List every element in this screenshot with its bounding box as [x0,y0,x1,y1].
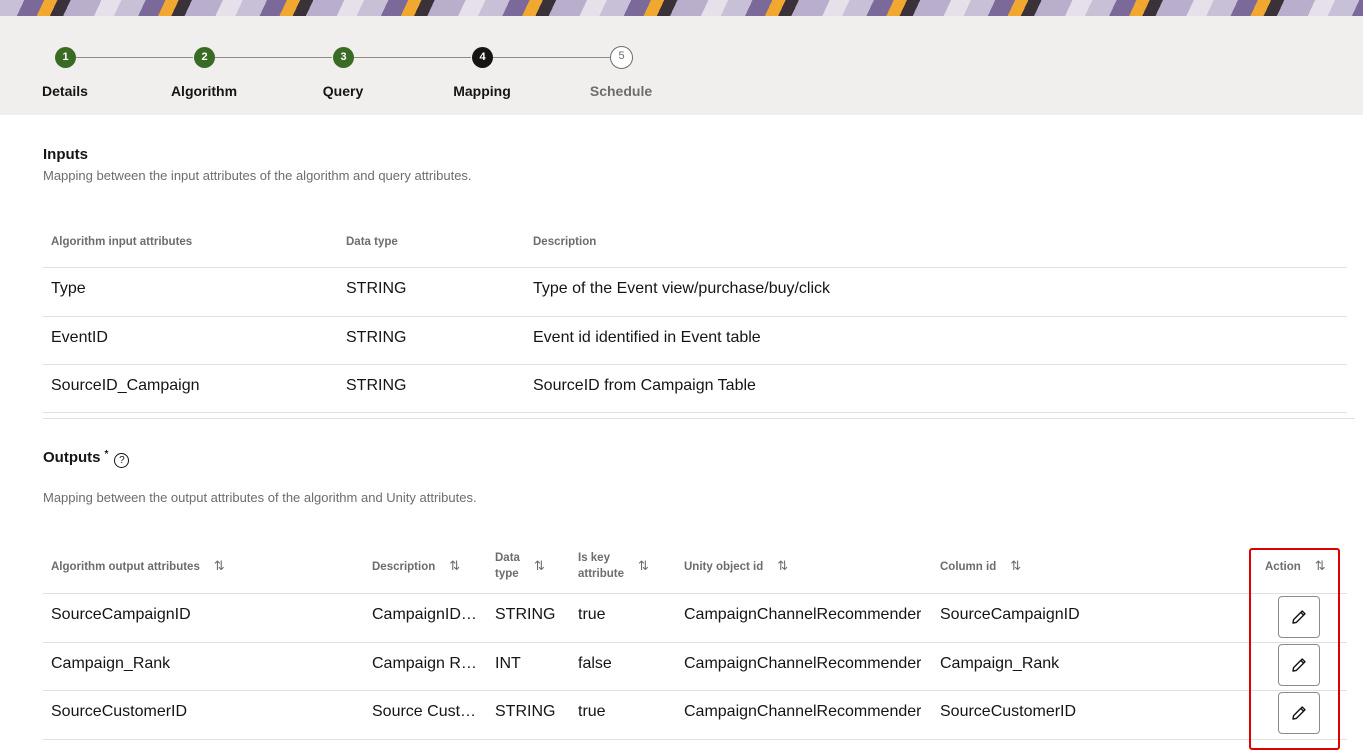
step-3-indicator[interactable]: 3 [333,47,354,68]
input-description-cell: Event id identified in Event table [533,329,761,346]
col-header-column-id[interactable]: Column id ⇅ [940,558,1021,575]
step-connector [215,57,332,58]
step-2-indicator[interactable]: 2 [194,47,215,68]
table-divider [43,690,1347,691]
col-header-data-type[interactable]: Data type ⇅ [495,550,545,582]
table-divider [43,593,1347,594]
step-1-indicator[interactable]: 1 [55,47,76,68]
question-circle-icon[interactable]: ? [114,453,130,468]
output-data-type-cell: STRING [495,703,556,720]
sort-icon[interactable]: ⇅ [1010,558,1021,573]
input-attribute-cell: SourceID_Campaign [51,377,200,394]
step-connector [76,57,193,58]
step-label-query[interactable]: Query [283,83,403,99]
step-label-mapping[interactable]: Mapping [422,83,542,99]
output-is-key-cell: false [578,655,612,672]
col-header-description[interactable]: Description ⇅ [372,558,460,575]
col-header-unity-object-id[interactable]: Unity object id ⇅ [684,558,788,575]
section-divider [43,418,1355,419]
input-attribute-cell: Type [51,280,86,297]
sort-icon[interactable]: ⇅ [214,558,225,573]
train-stepper: 1 2 3 4 5 Details Algorithm Query Mappin… [0,16,1363,115]
table-divider [43,739,1347,740]
step-connector [493,57,610,58]
output-attribute-cell: SourceCampaignID [51,606,191,623]
output-description-cell: Campaign R… [372,655,477,672]
col-header-label: Column id [940,561,997,573]
sort-icon[interactable]: ⇅ [449,558,460,573]
table-divider [43,267,1347,268]
sort-icon[interactable]: ⇅ [534,558,545,574]
col-header-label: type [495,568,519,580]
col-header-input-attribute: Algorithm input attributes [51,236,193,248]
output-column-id-cell: SourceCampaignID [940,606,1080,623]
table-divider [43,412,1347,413]
input-attribute-cell: EventID [51,329,108,346]
output-unity-object-cell: CampaignChannelRecommender [684,606,922,623]
output-unity-object-cell: CampaignChannelRecommender [684,655,922,672]
outputs-title-text: Outputs [43,449,101,466]
outputs-title: Outputs *? [43,449,130,468]
table-divider [43,642,1347,643]
step-4-indicator[interactable]: 4 [472,47,493,68]
output-column-id-cell: SourceCustomerID [940,703,1077,720]
input-data-type-cell: STRING [346,329,407,346]
input-description-cell: SourceID from Campaign Table [533,377,756,394]
col-header-output-attribute[interactable]: Algorithm output attributes ⇅ [51,558,225,575]
output-attribute-cell: SourceCustomerID [51,703,188,720]
action-column-highlight [1249,548,1340,750]
sort-icon[interactable]: ⇅ [777,558,788,573]
col-header-label: Description [372,561,436,573]
table-divider [43,364,1347,365]
required-indicator: * [104,449,109,460]
col-header-label: attribute [578,568,624,580]
inputs-title: Inputs [43,146,88,163]
sort-icon[interactable]: ⇅ [638,558,649,574]
col-header-is-key[interactable]: Is key attribute ⇅ [578,550,649,582]
output-description-cell: Source Cust… [372,703,477,720]
step-label-schedule[interactable]: Schedule [561,83,681,99]
input-data-type-cell: STRING [346,377,407,394]
col-header-label: Data [495,552,520,564]
step-label-details[interactable]: Details [5,83,125,99]
col-header-label: Is key [578,552,610,564]
inputs-subtitle: Mapping between the input attributes of … [43,168,472,183]
col-header-input-data-type: Data type [346,236,398,248]
step-5-indicator[interactable]: 5 [610,46,633,69]
col-header-label: Unity object id [684,561,764,573]
output-is-key-cell: true [578,606,606,623]
input-description-cell: Type of the Event view/purchase/buy/clic… [533,280,831,297]
col-header-label: Algorithm output attributes [51,561,200,573]
col-header-input-description: Description [533,236,597,248]
outputs-subtitle: Mapping between the output attributes of… [43,490,477,505]
output-column-id-cell: Campaign_Rank [940,655,1060,672]
table-divider [43,316,1347,317]
step-label-algorithm[interactable]: Algorithm [144,83,264,99]
output-description-cell: CampaignID… [372,606,477,623]
output-attribute-cell: Campaign_Rank [51,655,171,672]
decorative-banner [0,0,1363,16]
step-connector [354,57,471,58]
output-unity-object-cell: CampaignChannelRecommender [684,703,922,720]
output-data-type-cell: INT [495,655,521,672]
output-is-key-cell: true [578,703,606,720]
input-data-type-cell: STRING [346,280,407,297]
output-data-type-cell: STRING [495,606,556,623]
